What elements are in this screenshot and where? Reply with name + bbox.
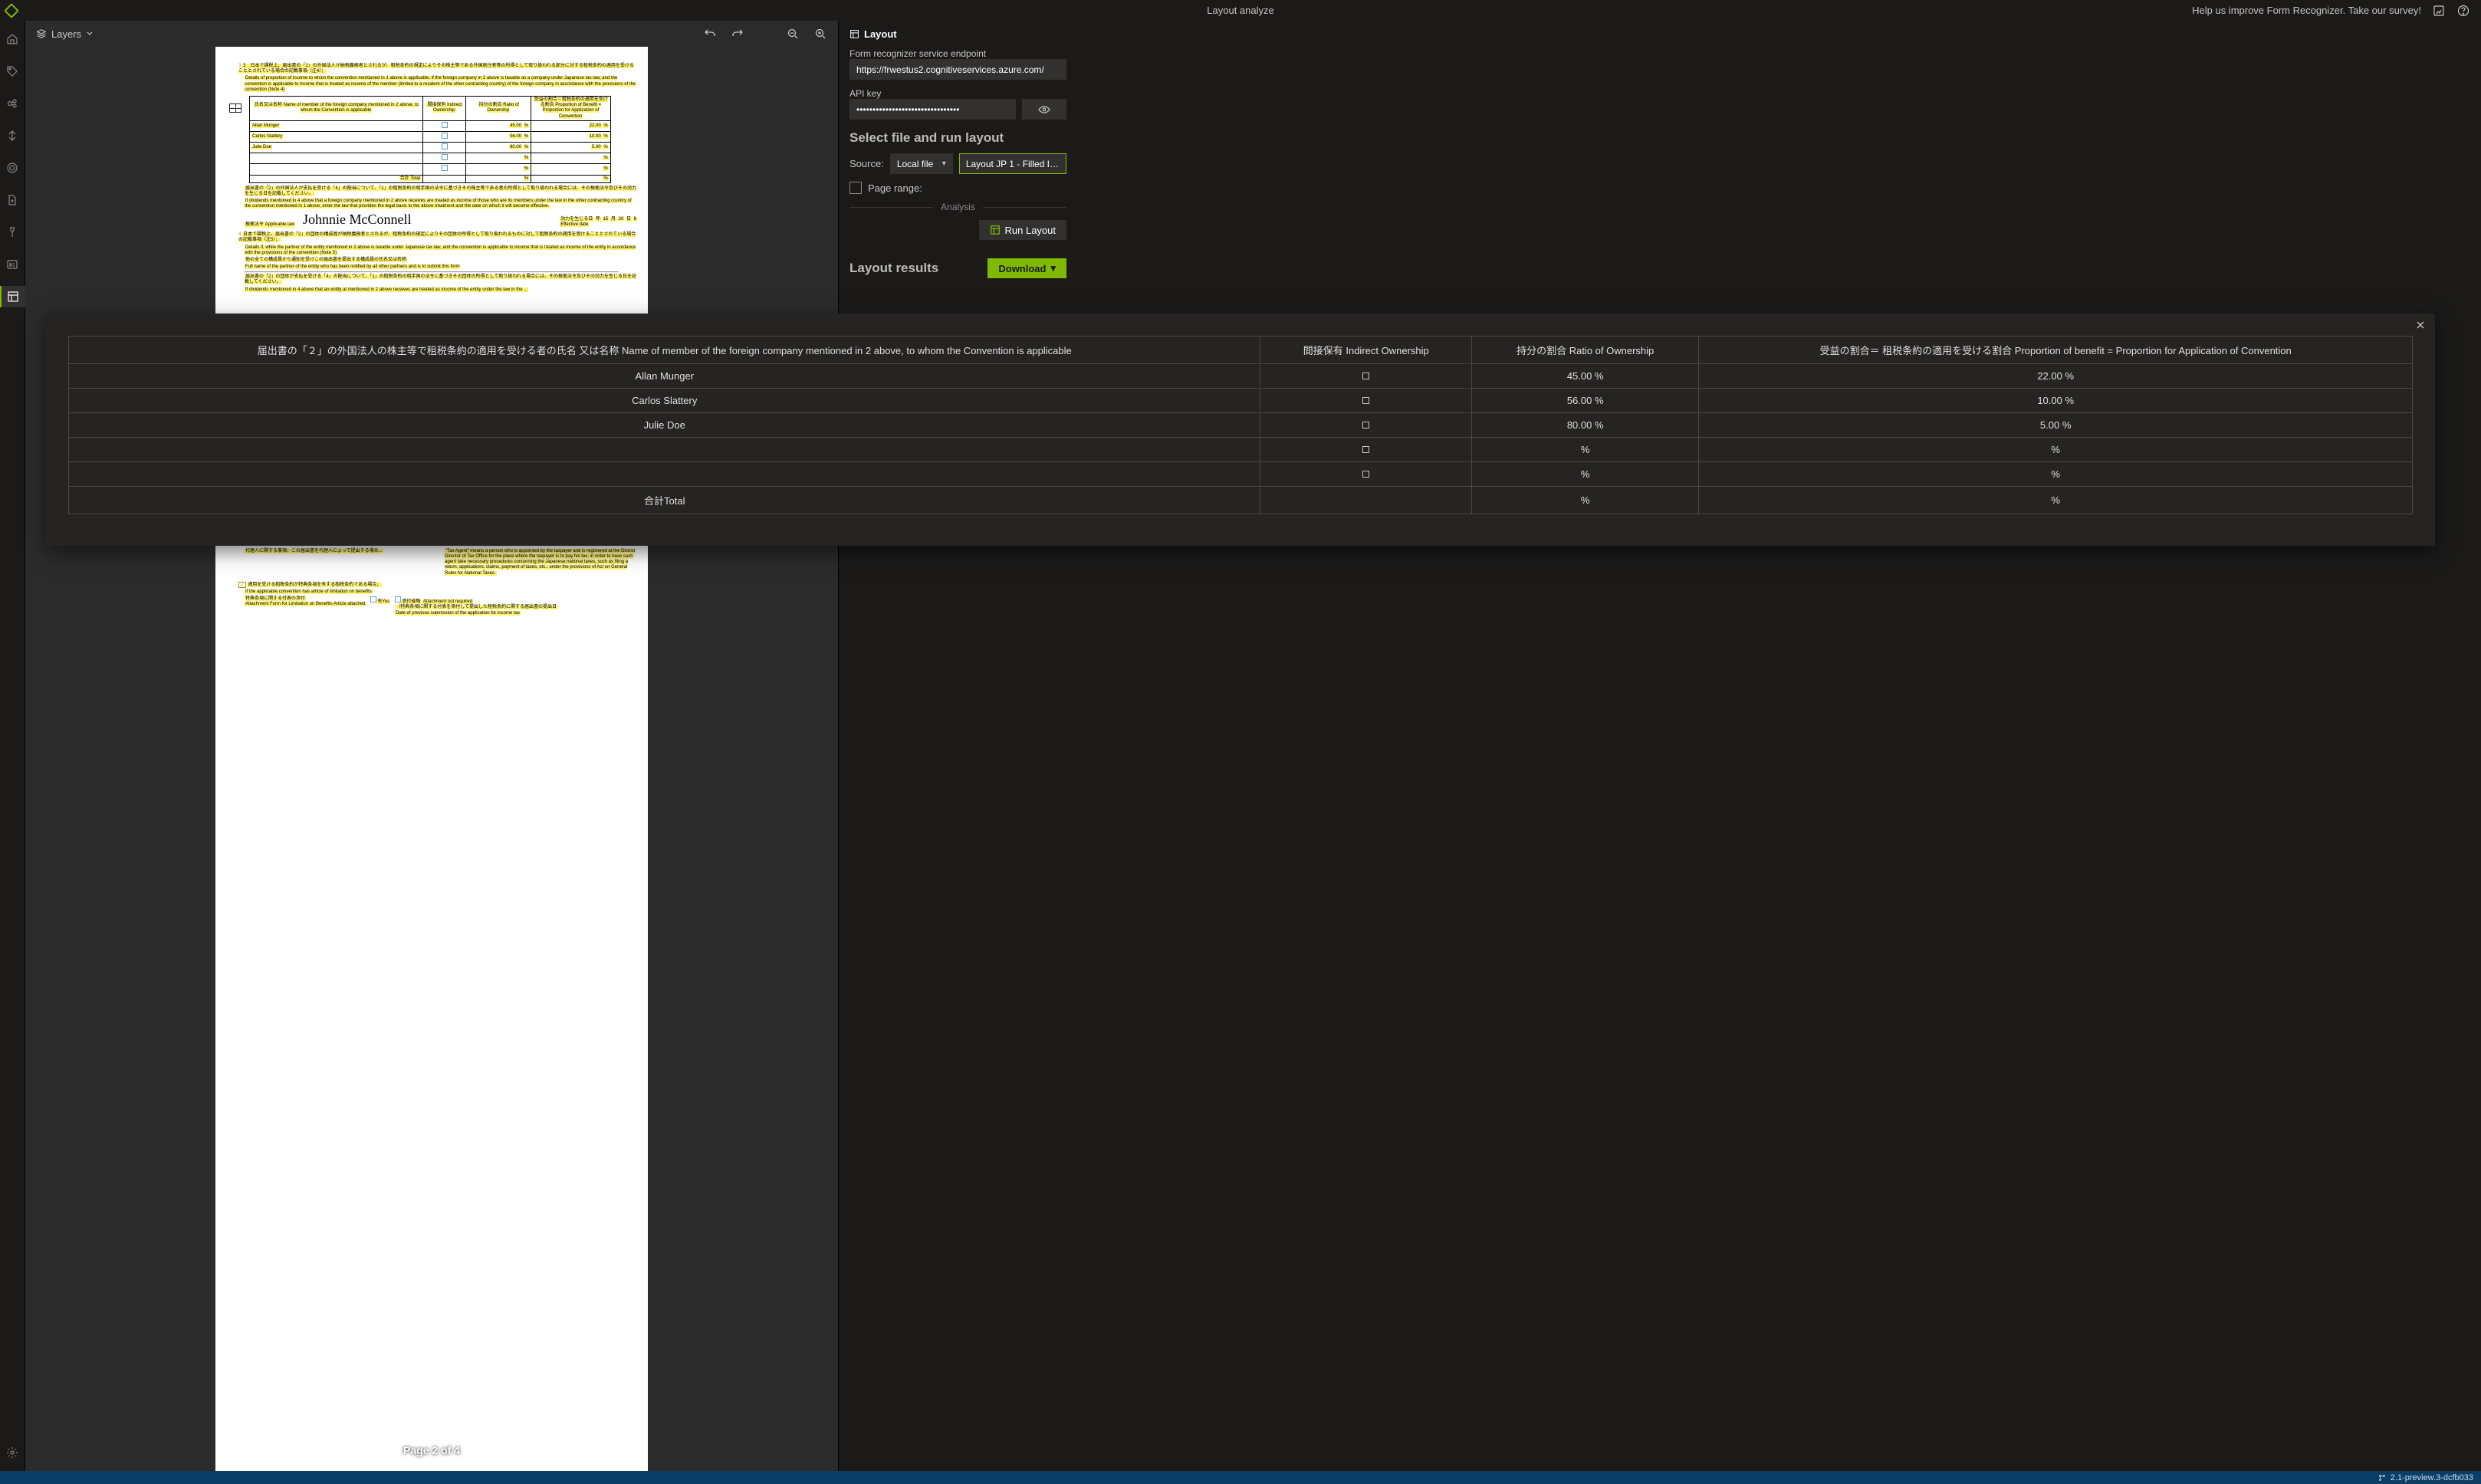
eye-icon xyxy=(1037,103,1051,117)
nav-new-doc-icon[interactable] xyxy=(0,189,25,211)
apikey-label: API key xyxy=(849,88,881,99)
nav-ocr-icon[interactable] xyxy=(0,254,25,275)
zoom-in-button[interactable] xyxy=(813,27,827,41)
nav-settings-icon[interactable] xyxy=(0,1442,25,1463)
document-preview[interactable]: 3 3 日本で課税上、届出書の「2」の外国法人が納税義務者とされるが、租税条約の… xyxy=(215,47,648,1471)
status-bar: 2.1-preview.3-dcfb033 xyxy=(0,1471,2481,1484)
source-value: Local file xyxy=(897,159,933,169)
nav-analyze-icon[interactable] xyxy=(0,157,25,179)
source-label: Source: xyxy=(849,158,884,169)
apikey-input[interactable] xyxy=(849,99,1016,120)
help-icon[interactable] xyxy=(2456,4,2470,18)
chevron-down-icon: ▾ xyxy=(1050,262,1056,274)
doc-text: 届出書の「2」の外国法人が支払を受ける「4」の配当について、「1」の租税条約の相… xyxy=(245,186,636,196)
undo-button[interactable] xyxy=(703,27,717,41)
doc-text: 3 日本で課税上、届出書の「2」の外国法人が納税義務者とされるが、租税条約の規定… xyxy=(238,64,634,74)
doc-text: 日本で課税上、届出書の「2」の団体の構成員が納税義務者とされるが、租税条約の規定… xyxy=(238,232,636,242)
doc-text: "Tax Agent" means a person who is appoin… xyxy=(445,549,635,576)
nav-connect-icon[interactable] xyxy=(0,222,25,243)
survey-link[interactable]: Help us improve Form Recognizer. Take ou… xyxy=(2192,5,2421,16)
run-layout-button[interactable]: Run Layout xyxy=(979,220,1067,240)
doc-text: Details if, while the partner of the ent… xyxy=(245,245,636,255)
nav-layout-icon[interactable] xyxy=(0,286,25,307)
pagerange-label: Page range: xyxy=(868,182,922,194)
source-dropdown[interactable]: Local file ▾ xyxy=(890,153,953,174)
play-icon xyxy=(990,225,1001,235)
table-row: Julie Doe80.00 %5.00 % xyxy=(69,413,2413,438)
signature: Johnnie McConnell xyxy=(303,212,412,228)
nav-rail xyxy=(0,21,25,1471)
chevron-down-icon: ▾ xyxy=(942,159,946,168)
app-logo-icon xyxy=(4,3,19,18)
table-row: Allan Munger45.00 %22.00 % xyxy=(69,364,2413,389)
layers-dropdown[interactable]: Layers xyxy=(36,28,94,40)
layers-label: Layers xyxy=(51,28,81,40)
nav-home-icon[interactable] xyxy=(0,28,25,50)
reveal-apikey-button[interactable] xyxy=(1022,99,1066,120)
close-icon xyxy=(2416,320,2425,330)
doc-text: 根拠法令 Applicable law xyxy=(245,222,295,228)
app-title: Layout analyze xyxy=(1207,5,1273,16)
branch-icon xyxy=(2378,1474,2386,1482)
download-button[interactable]: Download ▾ xyxy=(987,258,1066,278)
doc-text: 他の全ての構成員から通知を受けこの届出書を提出する構成員の氏名又は名称 xyxy=(245,258,407,262)
nav-compose-icon[interactable] xyxy=(0,125,25,146)
download-label: Download xyxy=(998,263,1046,274)
table-row: %% xyxy=(69,438,2413,462)
version-label: 2.1-preview.3-dcfb033 xyxy=(2391,1473,2473,1482)
file-dropdown[interactable]: Layout JP 1 - Filled In.pdf xyxy=(959,153,1066,174)
properties-pane: Layout Form recognizer service endpoint … xyxy=(838,21,1077,1471)
analysis-label: Analysis xyxy=(941,202,975,212)
select-file-title: Select file and run layout xyxy=(849,130,1066,146)
pagerange-checkbox[interactable] xyxy=(849,182,862,194)
close-button[interactable] xyxy=(2416,320,2425,330)
pane-title: Layout xyxy=(864,28,897,40)
feedback-icon[interactable] xyxy=(2432,4,2446,18)
results-title: Layout results xyxy=(849,261,938,276)
table-row: Carlos Slattery56.00 %10.00 % xyxy=(69,389,2413,413)
doc-text: If dividends mentioned in 4 above that a… xyxy=(245,287,528,292)
run-layout-label: Run Layout xyxy=(1005,225,1056,236)
table-region-icon[interactable] xyxy=(229,103,242,113)
extracted-table: 届出書の「２」の外国法人の株主等で租税条約の適用を受ける者の氏名 又は名称 Na… xyxy=(68,336,2413,514)
doc-text: 届出書の「2」の団体が支払を受ける「4」の配当について、「1」の租税条約の相手国… xyxy=(245,274,636,284)
th-benefit: 受益の割合＝ 租税条約の適用を受ける割合 Proportion of benef… xyxy=(1699,337,2413,364)
table-row: %% xyxy=(69,462,2413,487)
layers-icon xyxy=(36,28,47,39)
th-indirect: 間接保有 Indirect Ownership xyxy=(1260,337,1472,364)
nav-tag-icon[interactable] xyxy=(0,61,25,82)
file-value: Layout JP 1 - Filled In.pdf xyxy=(966,159,1060,169)
page-indicator: Page 2 of 4 xyxy=(403,1444,460,1457)
nav-model-icon[interactable] xyxy=(0,93,25,114)
doc-text: If dividends mentioned in 4 above that a… xyxy=(245,199,632,208)
th-name: 届出書の「２」の外国法人の株主等で租税条約の適用を受ける者の氏名 又は名称 Na… xyxy=(69,337,1260,364)
doc-text: Full name of the partner of the entity w… xyxy=(245,264,460,269)
doc-mini-table: 氏名又は名称 Name of member of the foreign com… xyxy=(249,96,611,183)
table-row: 合計Total%% xyxy=(69,487,2413,514)
endpoint-input[interactable] xyxy=(849,59,1066,80)
table-preview-modal: 届出書の「２」の外国法人の株主等で租税条約の適用を受ける者の氏名 又は名称 Na… xyxy=(46,314,2435,546)
doc-text: Details of proportion of income to which… xyxy=(245,76,636,91)
layout-icon xyxy=(849,29,859,39)
redo-button[interactable] xyxy=(731,27,744,41)
zoom-out-button[interactable] xyxy=(786,27,800,41)
endpoint-label: Form recognizer service endpoint xyxy=(849,48,986,59)
chevron-down-icon xyxy=(86,30,94,38)
th-ratio: 持分の割合 Ratio of Ownership xyxy=(1472,337,1699,364)
